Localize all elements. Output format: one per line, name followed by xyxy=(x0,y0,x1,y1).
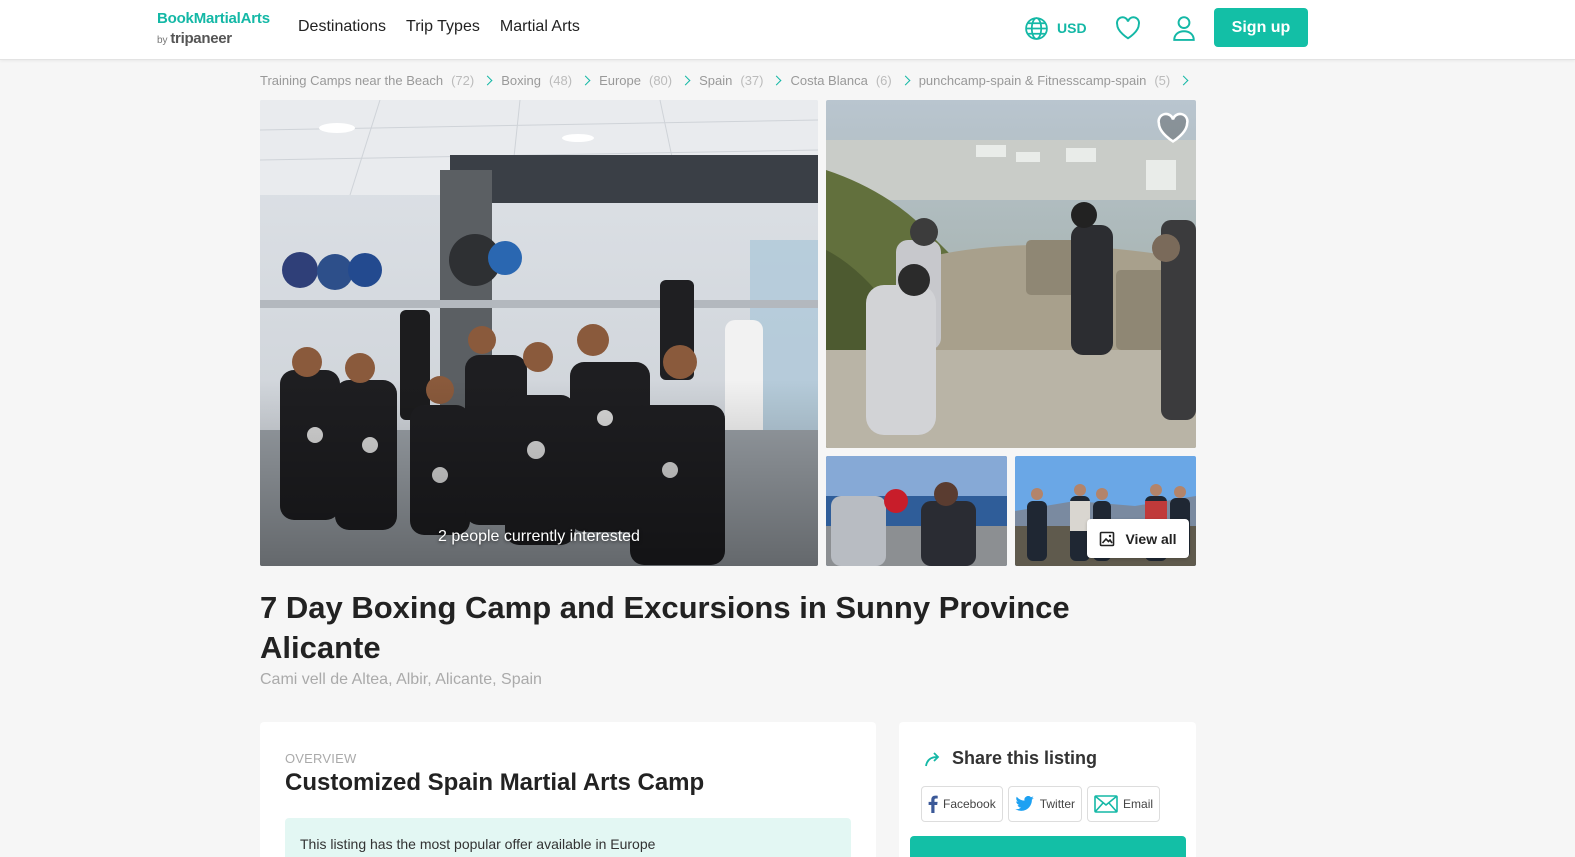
chevron-right-icon xyxy=(900,75,911,86)
breadcrumb-count: (37) xyxy=(740,73,764,88)
logo-brand-text: tripaneer xyxy=(170,30,232,47)
share-title-text: Share this listing xyxy=(952,748,1098,768)
share-facebook-button[interactable]: Facebook xyxy=(921,786,1003,822)
breadcrumb-count: (72) xyxy=(451,73,475,88)
heart-icon xyxy=(1157,112,1189,143)
header-actions: USD xyxy=(1024,8,1199,48)
share-email-label: Email xyxy=(1123,797,1154,811)
breadcrumb-label: Spain xyxy=(699,73,733,88)
currency-selector[interactable]: USD xyxy=(1024,16,1087,41)
share-card-action-button[interactable] xyxy=(910,836,1186,857)
breadcrumb-label: Europe xyxy=(599,73,641,88)
share-twitter-button[interactable]: Twitter xyxy=(1007,786,1083,822)
chevron-right-icon xyxy=(580,75,591,86)
breadcrumb-item[interactable]: punchcamp-spain & Fitnesscamp-spain (5) xyxy=(919,73,1198,88)
favorite-listing-button[interactable] xyxy=(1156,112,1190,144)
gallery-photo-outdoor[interactable] xyxy=(826,100,1196,448)
breadcrumb: Training Camps near the Beach (72) Boxing… xyxy=(260,73,1197,88)
breadcrumb-count: (80) xyxy=(648,73,673,88)
share-twitter-label: Twitter xyxy=(1039,797,1076,811)
user-icon xyxy=(1172,16,1195,41)
breadcrumb-label: punchcamp-spain & Fitnesscamp-spain xyxy=(918,73,1147,88)
breadcrumb-label: Training Camps near the Beach xyxy=(260,73,444,88)
share-card: Share this listing Facebook Twitter Emai… xyxy=(899,722,1196,857)
nav-destinations[interactable]: Destinations xyxy=(298,18,386,36)
main-nav: Destinations Trip Types Martial Arts xyxy=(298,18,580,36)
interest-indicator: 2 people currently interested xyxy=(438,528,640,545)
overview-card: OVERVIEW Customized Spain Martial Arts C… xyxy=(260,722,876,857)
logo-by-text: by xyxy=(157,35,168,46)
popular-offer-note: This listing has the most popular offer … xyxy=(285,818,851,857)
breadcrumb-item[interactable]: Spain (37) xyxy=(699,73,790,88)
chevron-right-icon xyxy=(680,75,691,86)
chevron-right-icon xyxy=(772,75,782,86)
breadcrumb-label: Costa Blanca xyxy=(790,73,868,88)
listing-address: Cami vell de Altea, Albir, Alicante, Spa… xyxy=(260,671,542,688)
share-heading: Share this listing xyxy=(924,748,1097,769)
email-icon xyxy=(1094,795,1118,813)
main-photo[interactable]: 2 people currently interested xyxy=(260,100,818,566)
view-all-label: View all xyxy=(1125,530,1177,547)
account-button[interactable] xyxy=(1169,13,1199,43)
facebook-icon xyxy=(928,795,938,813)
breadcrumb-label: Boxing xyxy=(501,73,541,88)
site-header: BookMartialArts by tripaneer Destination… xyxy=(0,0,1575,60)
breadcrumb-item[interactable]: Training Camps near the Beach (72) xyxy=(260,73,501,88)
signup-button[interactable]: Sign up xyxy=(1214,8,1308,47)
wishlist-button[interactable] xyxy=(1113,13,1143,43)
breadcrumb-item[interactable]: Costa Blanca (6) xyxy=(790,73,918,88)
breadcrumb-count: (48) xyxy=(548,73,573,88)
logo-sub: by tripaneer xyxy=(157,30,270,47)
logo[interactable]: BookMartialArts by tripaneer xyxy=(157,10,270,47)
gallery-photo-sparring[interactable] xyxy=(826,456,1007,566)
breadcrumb-count: (6) xyxy=(875,73,892,88)
breadcrumb-item[interactable]: Europe (80) xyxy=(599,73,699,88)
nav-trip-types[interactable]: Trip Types xyxy=(406,18,480,36)
image-icon xyxy=(1100,531,1115,546)
logo-main-text: BookMartialArts xyxy=(157,10,270,27)
chevron-right-icon xyxy=(1178,75,1189,86)
nav-martial-arts[interactable]: Martial Arts xyxy=(500,18,580,36)
share-facebook-label: Facebook xyxy=(943,797,996,811)
view-all-photos-button[interactable]: View all xyxy=(1087,519,1189,558)
share-buttons: Facebook Twitter Email xyxy=(921,786,1161,822)
share-icon xyxy=(925,751,940,766)
currency-label: USD xyxy=(1057,20,1087,36)
overview-heading: Customized Spain Martial Arts Camp xyxy=(285,769,705,796)
breadcrumb-item[interactable]: Boxing (48) xyxy=(501,73,599,88)
overview-label: OVERVIEW xyxy=(285,751,357,766)
twitter-icon xyxy=(1015,796,1034,811)
share-email-button[interactable]: Email xyxy=(1087,786,1161,822)
globe-icon xyxy=(1025,16,1048,40)
heart-icon xyxy=(1115,16,1140,40)
chevron-right-icon xyxy=(482,75,493,86)
listing-title: 7 Day Boxing Camp and Excursions in Sunn… xyxy=(260,590,1070,665)
breadcrumb-count: (5) xyxy=(1154,73,1171,88)
